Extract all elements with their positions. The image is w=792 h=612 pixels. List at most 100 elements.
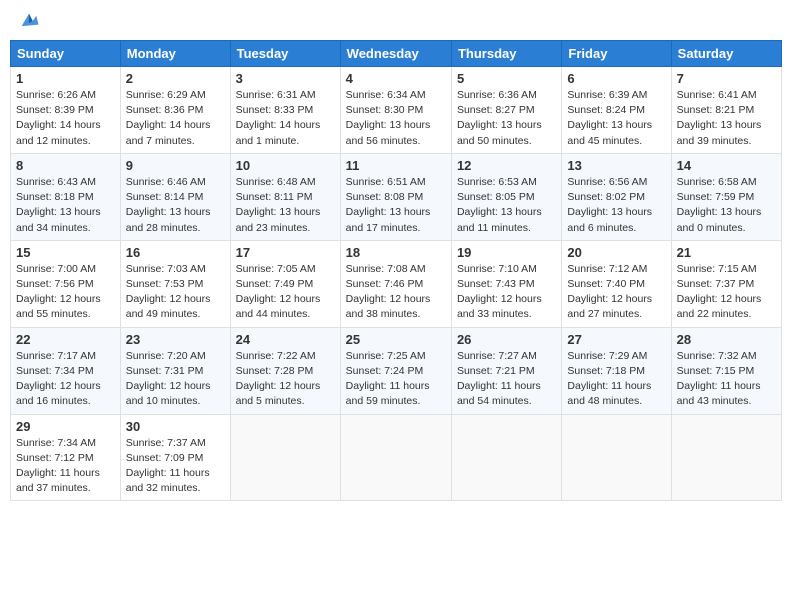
cell-content: Sunrise: 7:10 AM Sunset: 7:43 PM Dayligh…	[457, 262, 556, 323]
day-number: 29	[16, 419, 115, 434]
cell-content: Sunrise: 7:12 AM Sunset: 7:40 PM Dayligh…	[567, 262, 665, 323]
calendar-cell: 21 Sunrise: 7:15 AM Sunset: 7:37 PM Dayl…	[671, 240, 781, 327]
daylight-label: Daylight: 14 hours and 1 minute.	[236, 119, 321, 146]
sunset-label: Sunset: 7:49 PM	[236, 278, 314, 290]
sunset-label: Sunset: 8:11 PM	[236, 191, 313, 203]
sunrise-label: Sunrise: 6:53 AM	[457, 176, 537, 188]
weekday-header: Friday	[562, 41, 671, 67]
cell-content: Sunrise: 7:00 AM Sunset: 7:56 PM Dayligh…	[16, 262, 115, 323]
daylight-label: Daylight: 13 hours and 17 minutes.	[346, 206, 431, 233]
logo	[14, 10, 40, 32]
day-number: 1	[16, 71, 115, 86]
cell-content: Sunrise: 6:58 AM Sunset: 7:59 PM Dayligh…	[677, 175, 776, 236]
cell-content: Sunrise: 6:26 AM Sunset: 8:39 PM Dayligh…	[16, 88, 115, 149]
day-number: 15	[16, 245, 115, 260]
sunset-label: Sunset: 7:31 PM	[126, 365, 204, 377]
sunrise-label: Sunrise: 6:34 AM	[346, 89, 426, 101]
calendar-cell	[671, 414, 781, 501]
weekday-header: Tuesday	[230, 41, 340, 67]
calendar-table: SundayMondayTuesdayWednesdayThursdayFrid…	[10, 40, 782, 501]
calendar-cell: 10 Sunrise: 6:48 AM Sunset: 8:11 PM Dayl…	[230, 153, 340, 240]
daylight-label: Daylight: 12 hours and 16 minutes.	[16, 380, 101, 407]
logo-bird-icon	[18, 10, 40, 32]
calendar-cell: 28 Sunrise: 7:32 AM Sunset: 7:15 PM Dayl…	[671, 327, 781, 414]
sunset-label: Sunset: 7:53 PM	[126, 278, 204, 290]
day-number: 2	[126, 71, 225, 86]
day-number: 8	[16, 158, 115, 173]
weekday-header: Sunday	[11, 41, 121, 67]
daylight-label: Daylight: 13 hours and 11 minutes.	[457, 206, 542, 233]
day-number: 22	[16, 332, 115, 347]
calendar-cell: 3 Sunrise: 6:31 AM Sunset: 8:33 PM Dayli…	[230, 67, 340, 154]
day-number: 6	[567, 71, 665, 86]
day-number: 26	[457, 332, 556, 347]
calendar-cell: 4 Sunrise: 6:34 AM Sunset: 8:30 PM Dayli…	[340, 67, 451, 154]
calendar-cell: 7 Sunrise: 6:41 AM Sunset: 8:21 PM Dayli…	[671, 67, 781, 154]
sunset-label: Sunset: 8:30 PM	[346, 104, 424, 116]
sunrise-label: Sunrise: 6:41 AM	[677, 89, 757, 101]
sunset-label: Sunset: 7:24 PM	[346, 365, 424, 377]
cell-content: Sunrise: 7:27 AM Sunset: 7:21 PM Dayligh…	[457, 349, 556, 410]
calendar-cell: 22 Sunrise: 7:17 AM Sunset: 7:34 PM Dayl…	[11, 327, 121, 414]
sunrise-label: Sunrise: 7:15 AM	[677, 263, 757, 275]
sunrise-label: Sunrise: 6:39 AM	[567, 89, 647, 101]
calendar-header: SundayMondayTuesdayWednesdayThursdayFrid…	[11, 41, 782, 67]
cell-content: Sunrise: 7:37 AM Sunset: 7:09 PM Dayligh…	[126, 436, 225, 497]
daylight-label: Daylight: 13 hours and 50 minutes.	[457, 119, 542, 146]
daylight-label: Daylight: 11 hours and 32 minutes.	[126, 467, 210, 494]
calendar-cell: 19 Sunrise: 7:10 AM Sunset: 7:43 PM Dayl…	[451, 240, 561, 327]
sunset-label: Sunset: 8:36 PM	[126, 104, 204, 116]
calendar-cell: 12 Sunrise: 6:53 AM Sunset: 8:05 PM Dayl…	[451, 153, 561, 240]
sunset-label: Sunset: 8:27 PM	[457, 104, 535, 116]
sunset-label: Sunset: 8:18 PM	[16, 191, 94, 203]
cell-content: Sunrise: 7:03 AM Sunset: 7:53 PM Dayligh…	[126, 262, 225, 323]
weekday-header: Saturday	[671, 41, 781, 67]
calendar-cell: 16 Sunrise: 7:03 AM Sunset: 7:53 PM Dayl…	[120, 240, 230, 327]
day-number: 3	[236, 71, 335, 86]
sunset-label: Sunset: 8:24 PM	[567, 104, 645, 116]
daylight-label: Daylight: 12 hours and 38 minutes.	[346, 293, 431, 320]
daylight-label: Daylight: 14 hours and 7 minutes.	[126, 119, 211, 146]
sunrise-label: Sunrise: 6:48 AM	[236, 176, 316, 188]
sunset-label: Sunset: 8:21 PM	[677, 104, 755, 116]
calendar-cell	[230, 414, 340, 501]
cell-content: Sunrise: 6:56 AM Sunset: 8:02 PM Dayligh…	[567, 175, 665, 236]
daylight-label: Daylight: 13 hours and 28 minutes.	[126, 206, 211, 233]
calendar-cell: 14 Sunrise: 6:58 AM Sunset: 7:59 PM Dayl…	[671, 153, 781, 240]
sunrise-label: Sunrise: 7:29 AM	[567, 350, 647, 362]
daylight-label: Daylight: 12 hours and 27 minutes.	[567, 293, 652, 320]
daylight-label: Daylight: 11 hours and 54 minutes.	[457, 380, 541, 407]
sunrise-label: Sunrise: 7:22 AM	[236, 350, 316, 362]
cell-content: Sunrise: 6:41 AM Sunset: 8:21 PM Dayligh…	[677, 88, 776, 149]
sunset-label: Sunset: 7:28 PM	[236, 365, 314, 377]
calendar-cell: 8 Sunrise: 6:43 AM Sunset: 8:18 PM Dayli…	[11, 153, 121, 240]
calendar-cell: 6 Sunrise: 6:39 AM Sunset: 8:24 PM Dayli…	[562, 67, 671, 154]
sunset-label: Sunset: 7:37 PM	[677, 278, 755, 290]
daylight-label: Daylight: 12 hours and 55 minutes.	[16, 293, 101, 320]
cell-content: Sunrise: 7:32 AM Sunset: 7:15 PM Dayligh…	[677, 349, 776, 410]
sunrise-label: Sunrise: 7:25 AM	[346, 350, 426, 362]
daylight-label: Daylight: 13 hours and 45 minutes.	[567, 119, 652, 146]
weekday-header: Wednesday	[340, 41, 451, 67]
calendar-cell: 2 Sunrise: 6:29 AM Sunset: 8:36 PM Dayli…	[120, 67, 230, 154]
calendar-week-row: 1 Sunrise: 6:26 AM Sunset: 8:39 PM Dayli…	[11, 67, 782, 154]
day-number: 9	[126, 158, 225, 173]
calendar-cell: 29 Sunrise: 7:34 AM Sunset: 7:12 PM Dayl…	[11, 414, 121, 501]
day-number: 19	[457, 245, 556, 260]
calendar-cell: 20 Sunrise: 7:12 AM Sunset: 7:40 PM Dayl…	[562, 240, 671, 327]
sunrise-label: Sunrise: 7:10 AM	[457, 263, 537, 275]
sunset-label: Sunset: 7:34 PM	[16, 365, 94, 377]
daylight-label: Daylight: 12 hours and 49 minutes.	[126, 293, 211, 320]
sunset-label: Sunset: 8:14 PM	[126, 191, 204, 203]
calendar-cell: 23 Sunrise: 7:20 AM Sunset: 7:31 PM Dayl…	[120, 327, 230, 414]
sunset-label: Sunset: 7:21 PM	[457, 365, 535, 377]
calendar-cell: 13 Sunrise: 6:56 AM Sunset: 8:02 PM Dayl…	[562, 153, 671, 240]
calendar-cell: 15 Sunrise: 7:00 AM Sunset: 7:56 PM Dayl…	[11, 240, 121, 327]
sunset-label: Sunset: 7:09 PM	[126, 452, 204, 464]
cell-content: Sunrise: 6:31 AM Sunset: 8:33 PM Dayligh…	[236, 88, 335, 149]
day-number: 25	[346, 332, 446, 347]
calendar-cell: 1 Sunrise: 6:26 AM Sunset: 8:39 PM Dayli…	[11, 67, 121, 154]
sunrise-label: Sunrise: 7:17 AM	[16, 350, 96, 362]
cell-content: Sunrise: 7:20 AM Sunset: 7:31 PM Dayligh…	[126, 349, 225, 410]
calendar-cell: 27 Sunrise: 7:29 AM Sunset: 7:18 PM Dayl…	[562, 327, 671, 414]
